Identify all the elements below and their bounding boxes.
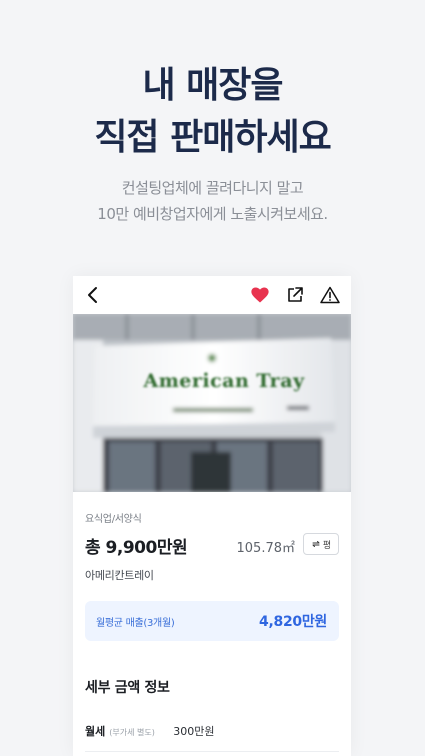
headline: 내 매장을 직접 판매하세요 — [0, 60, 425, 164]
listing-info: 요식업/서양식 총 9,900만원 105.78㎡ 평 아메리칸트레이 월평균 … — [73, 510, 351, 752]
share-icon[interactable] — [286, 286, 304, 304]
headline-line-2: 직접 판매하세요 — [94, 117, 331, 158]
unit-toggle-button[interactable]: 평 — [303, 533, 339, 555]
subline: 컨설팅업체에 끌려다니지 말고 10만 예비창업자에게 노출시켜보세요. — [0, 175, 425, 227]
top-bar — [73, 276, 351, 314]
monthly-sales-box: 월평균 매출(3개월) 4,820만원 — [85, 601, 339, 641]
price-row: 총 9,900만원 105.78㎡ 평 — [85, 533, 339, 561]
detail-row-rent: 월세 (부가세 별도) 300만원 — [85, 723, 339, 739]
headline-line-1: 내 매장을 — [142, 65, 283, 106]
heart-icon[interactable] — [251, 287, 269, 303]
rent-label: 월세 — [85, 725, 106, 738]
storefront-image — [73, 314, 351, 492]
unit-toggle-label: 평 — [322, 540, 332, 551]
swap-icon — [312, 541, 320, 547]
phone-mockup: American Tray 요식업/서양식 총 9,900만원 105.78㎡ … — [73, 276, 351, 756]
monthly-sales-label: 월평균 매출(3개월) — [96, 618, 175, 629]
store-photo: American Tray — [73, 314, 351, 492]
subline-line-2: 10만 예비창업자에게 노출시켜보세요. — [97, 205, 328, 223]
category-label: 요식업/서양식 — [85, 514, 142, 525]
rent-value: 300만원 — [173, 725, 215, 738]
store-sign-text: American Tray — [143, 370, 305, 392]
warning-icon[interactable] — [320, 286, 340, 304]
monthly-sales-value: 4,820만원 — [259, 614, 327, 630]
store-name: 아메리칸트레이 — [85, 569, 154, 582]
detail-price-section-title: 세부 금액 정보 — [85, 680, 170, 696]
rent-note: (부가세 별도) — [109, 728, 155, 737]
total-price: 총 9,900만원 — [85, 538, 188, 558]
divider — [85, 751, 339, 752]
area-value: 105.78㎡ — [236, 541, 296, 556]
back-icon[interactable] — [85, 286, 101, 304]
subline-line-1: 컨설팅업체에 끌려다니지 말고 — [121, 179, 304, 197]
